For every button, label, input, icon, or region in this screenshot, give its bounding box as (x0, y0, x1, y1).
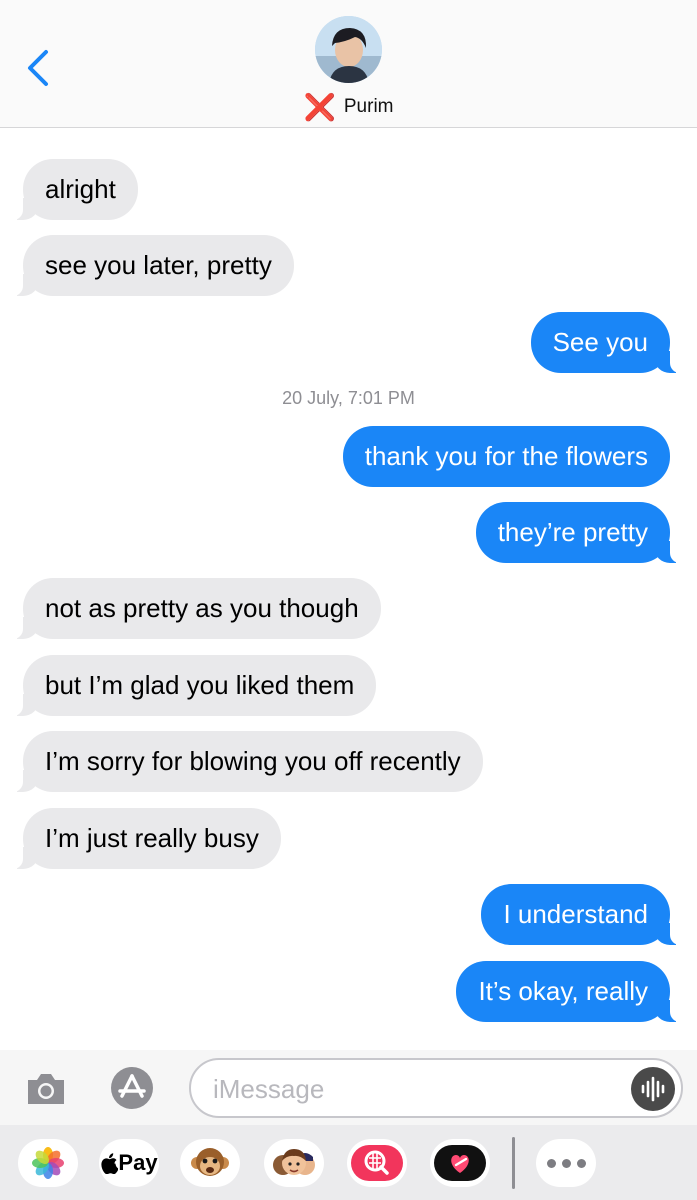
image-search-button[interactable] (347, 1139, 407, 1187)
back-chevron-icon[interactable] (22, 48, 54, 88)
red-x-emoji-icon: ❌ (303, 92, 336, 122)
image-search-icon (351, 1145, 403, 1181)
outgoing-message-bubble[interactable]: See you (530, 312, 683, 373)
audio-message-button[interactable] (631, 1067, 675, 1111)
contact-name-row[interactable]: ❌ Purim (0, 94, 697, 120)
drawer-divider (512, 1137, 515, 1189)
app-store-icon[interactable] (106, 1065, 160, 1111)
outgoing-message-bubble[interactable]: It’s okay, really (456, 961, 682, 1022)
imessage-field[interactable] (189, 1058, 683, 1118)
outgoing-message-bubble[interactable]: thank you for the flowers (342, 426, 670, 487)
photos-app-button[interactable] (18, 1139, 78, 1187)
incoming-message-bubble[interactable]: I’m just really busy (11, 808, 281, 869)
waveform-icon (641, 1076, 665, 1102)
digital-touch-button[interactable] (430, 1139, 490, 1187)
memoji-stickers-button[interactable] (264, 1139, 324, 1187)
incoming-message-bubble[interactable]: I’m sorry for blowing you off recently (11, 731, 483, 792)
incoming-message-bubble[interactable]: but I’m glad you liked them (10, 655, 377, 716)
incoming-message-bubble[interactable]: alright (11, 159, 138, 220)
contact-name: Purim (343, 96, 394, 117)
outgoing-message-bubble[interactable]: they’re pretty (475, 502, 683, 563)
conversation-header: ❌ Purim (0, 0, 697, 128)
message-text-input[interactable] (213, 1068, 613, 1110)
app-drawer: Pay (0, 1125, 697, 1200)
apple-pay-button[interactable]: Pay (99, 1139, 159, 1187)
animoji-button[interactable] (180, 1139, 240, 1187)
contact-avatar[interactable] (315, 16, 382, 83)
digital-touch-icon (434, 1145, 486, 1181)
more-apps-button[interactable] (536, 1139, 596, 1187)
incoming-message-bubble[interactable]: see you later, pretty (11, 235, 294, 296)
outgoing-message-bubble[interactable]: I understand (481, 884, 682, 945)
message-timestamp: 20 July, 7:01 PM (282, 388, 415, 408)
monkey-animoji-icon (191, 1148, 229, 1176)
apple-pay-label: Pay (118, 1150, 158, 1175)
more-apps-icon (546, 1158, 556, 1168)
incoming-message-bubble[interactable]: not as pretty as you though (11, 578, 381, 639)
apple-logo-icon (101, 1153, 119, 1174)
message-input-bar (0, 1050, 697, 1125)
memoji-stickers-icon (273, 1149, 315, 1175)
photos-icon (32, 1147, 64, 1179)
camera-icon[interactable] (24, 1068, 68, 1108)
